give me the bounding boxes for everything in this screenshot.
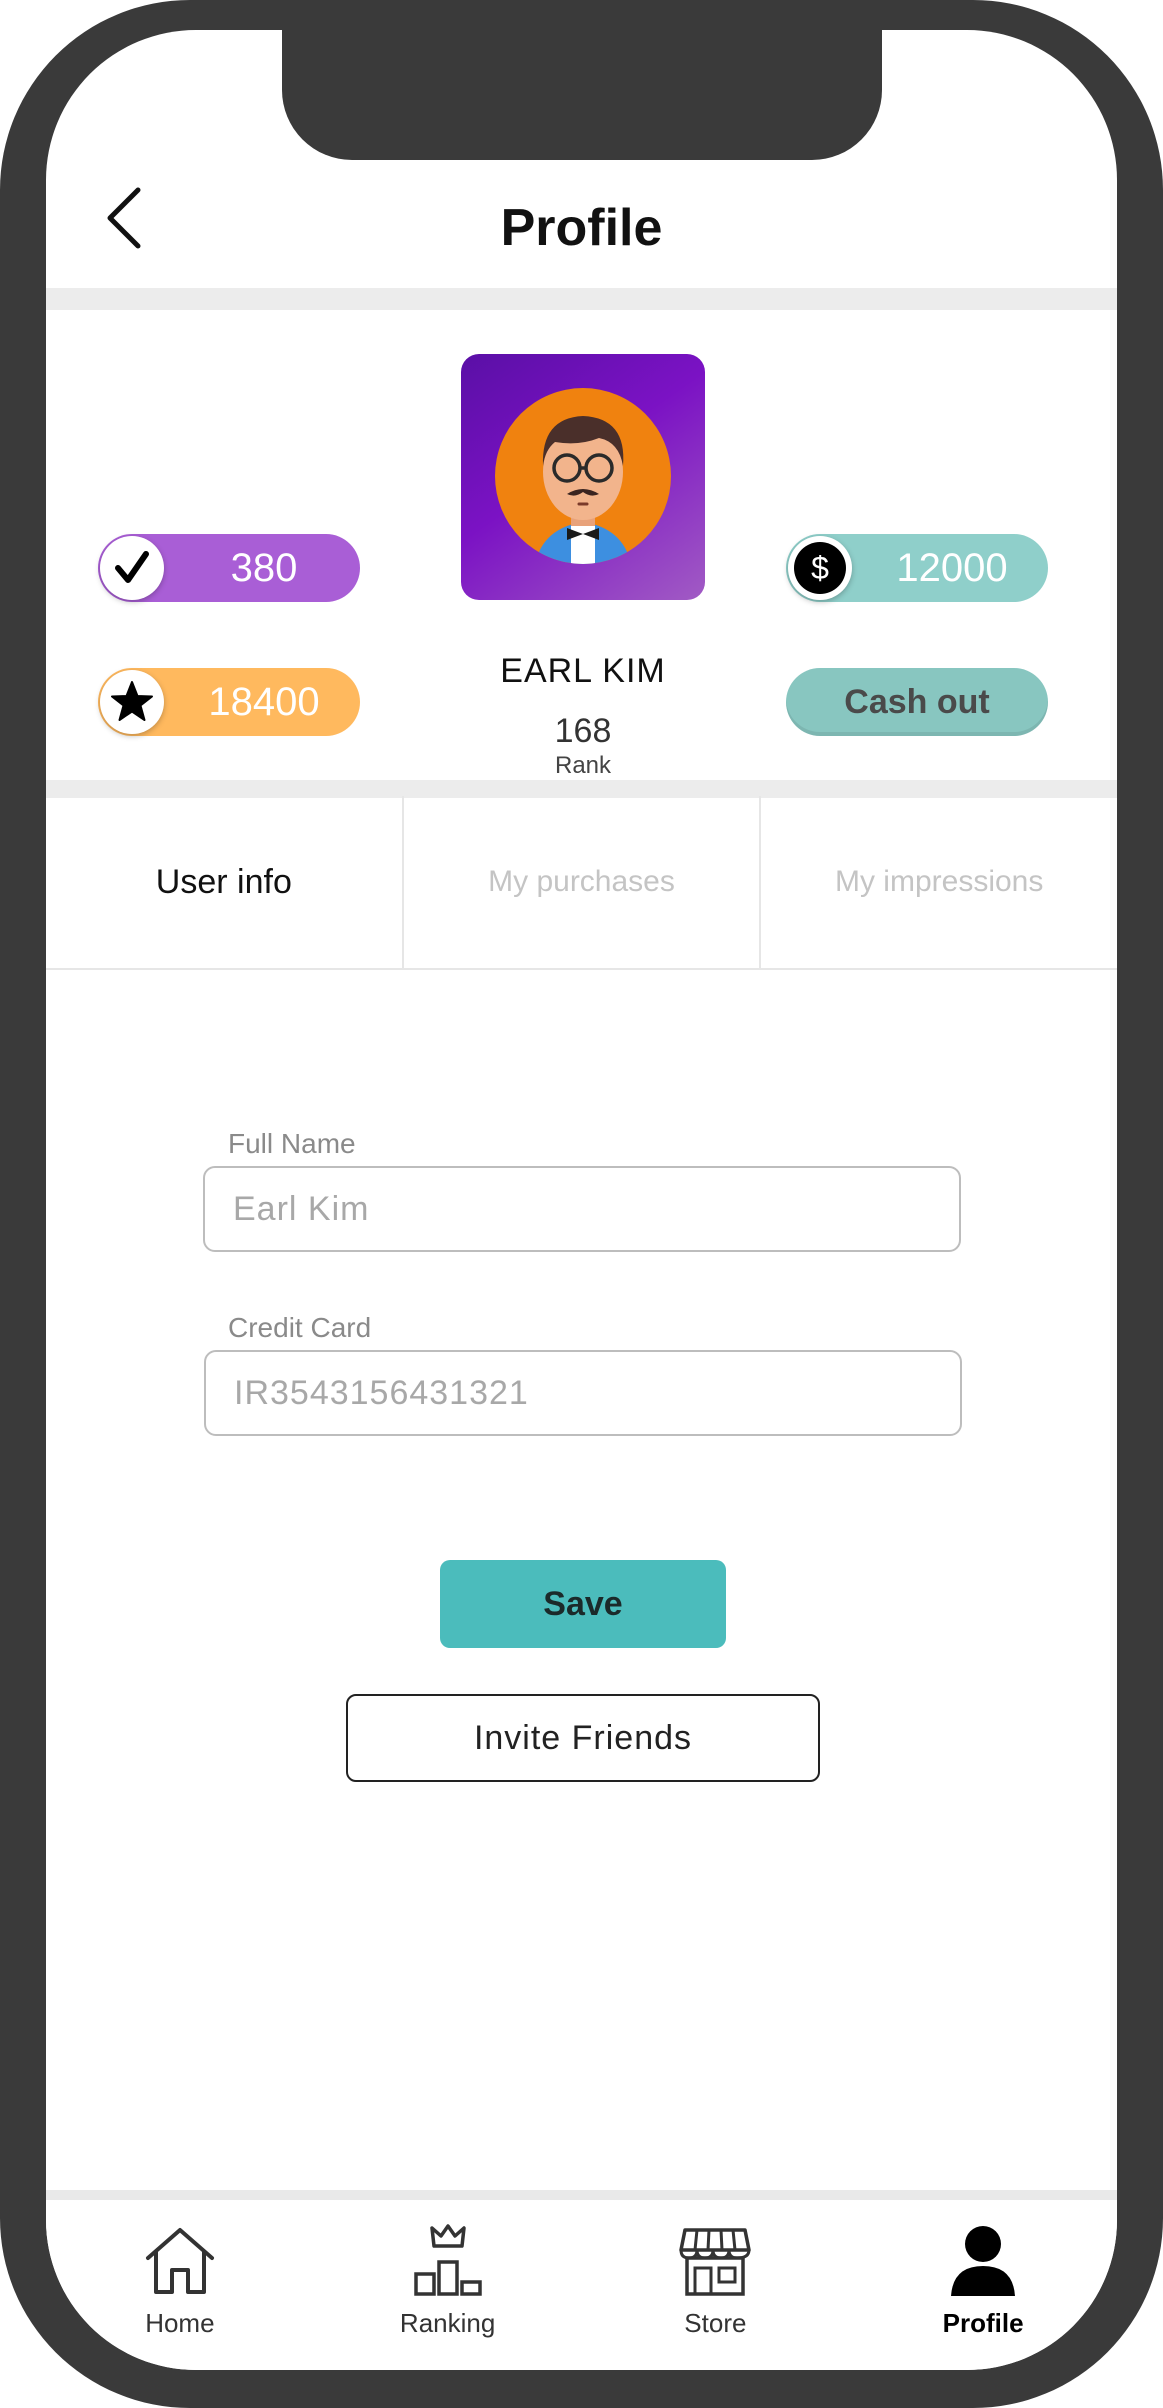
checks-count: 380 <box>230 545 298 590</box>
rank-label: Rank <box>554 752 612 779</box>
profile-icon <box>951 2226 1016 2296</box>
page-title: Profile <box>500 199 663 257</box>
avatar[interactable] <box>461 354 705 600</box>
credit-card-label: Credit Card <box>228 1312 372 1343</box>
tab-my-purchases[interactable]: My purchases <box>401 796 760 968</box>
nav-label-ranking: Ranking <box>399 2308 496 2338</box>
full-name-input[interactable] <box>203 1166 961 1252</box>
cashout-label: Cash out <box>844 682 990 721</box>
check-icon <box>100 536 164 600</box>
tab-my-impressions[interactable]: My impressions <box>759 796 1117 968</box>
dollar-coin-icon: $ <box>788 536 852 600</box>
checks-counter: 380 <box>98 534 360 602</box>
coins-counter: $ 12000 <box>786 534 1048 602</box>
coins-count: 12000 <box>896 545 1008 590</box>
ranking-icon <box>413 2224 482 2296</box>
profile-tabs: User info My purchases My impressions <box>46 796 1117 970</box>
nav-label-store: Store <box>684 2308 747 2338</box>
stars-counter: 18400 <box>98 668 360 736</box>
full-name-label: Full Name <box>228 1128 356 1159</box>
invite-friends-button[interactable]: Invite Friends <box>346 1694 820 1782</box>
nav-label-profile: Profile <box>942 2308 1024 2338</box>
star-icon <box>100 670 164 734</box>
cashout-button[interactable]: Cash out <box>786 668 1048 736</box>
nav-item-home[interactable]: Home <box>46 2200 314 2370</box>
credit-card-input[interactable] <box>204 1350 962 1436</box>
tab-user-info[interactable]: User info <box>46 796 402 968</box>
home-icon <box>145 2228 214 2294</box>
divider <box>46 288 1117 310</box>
nav-label-home: Home <box>145 2308 215 2338</box>
save-button[interactable]: Save <box>440 1560 726 1648</box>
screen: Profile EARL KIM 168 Rank 380 18400 $ 12… <box>46 30 1117 2370</box>
rank-value: 168 <box>554 712 612 750</box>
stars-count: 18400 <box>208 679 320 724</box>
user-name: EARL KIM <box>500 652 666 690</box>
bottom-nav: Home Ranking Store Profile <box>46 2190 1117 2370</box>
nav-item-store[interactable]: Store <box>582 2200 850 2370</box>
nav-item-profile[interactable]: Profile <box>849 2200 1117 2370</box>
avatar-illustration <box>495 388 671 564</box>
svg-text:$: $ <box>811 550 829 586</box>
nav-item-ranking[interactable]: Ranking <box>314 2200 582 2370</box>
store-icon <box>679 2228 752 2296</box>
notch <box>282 30 882 160</box>
